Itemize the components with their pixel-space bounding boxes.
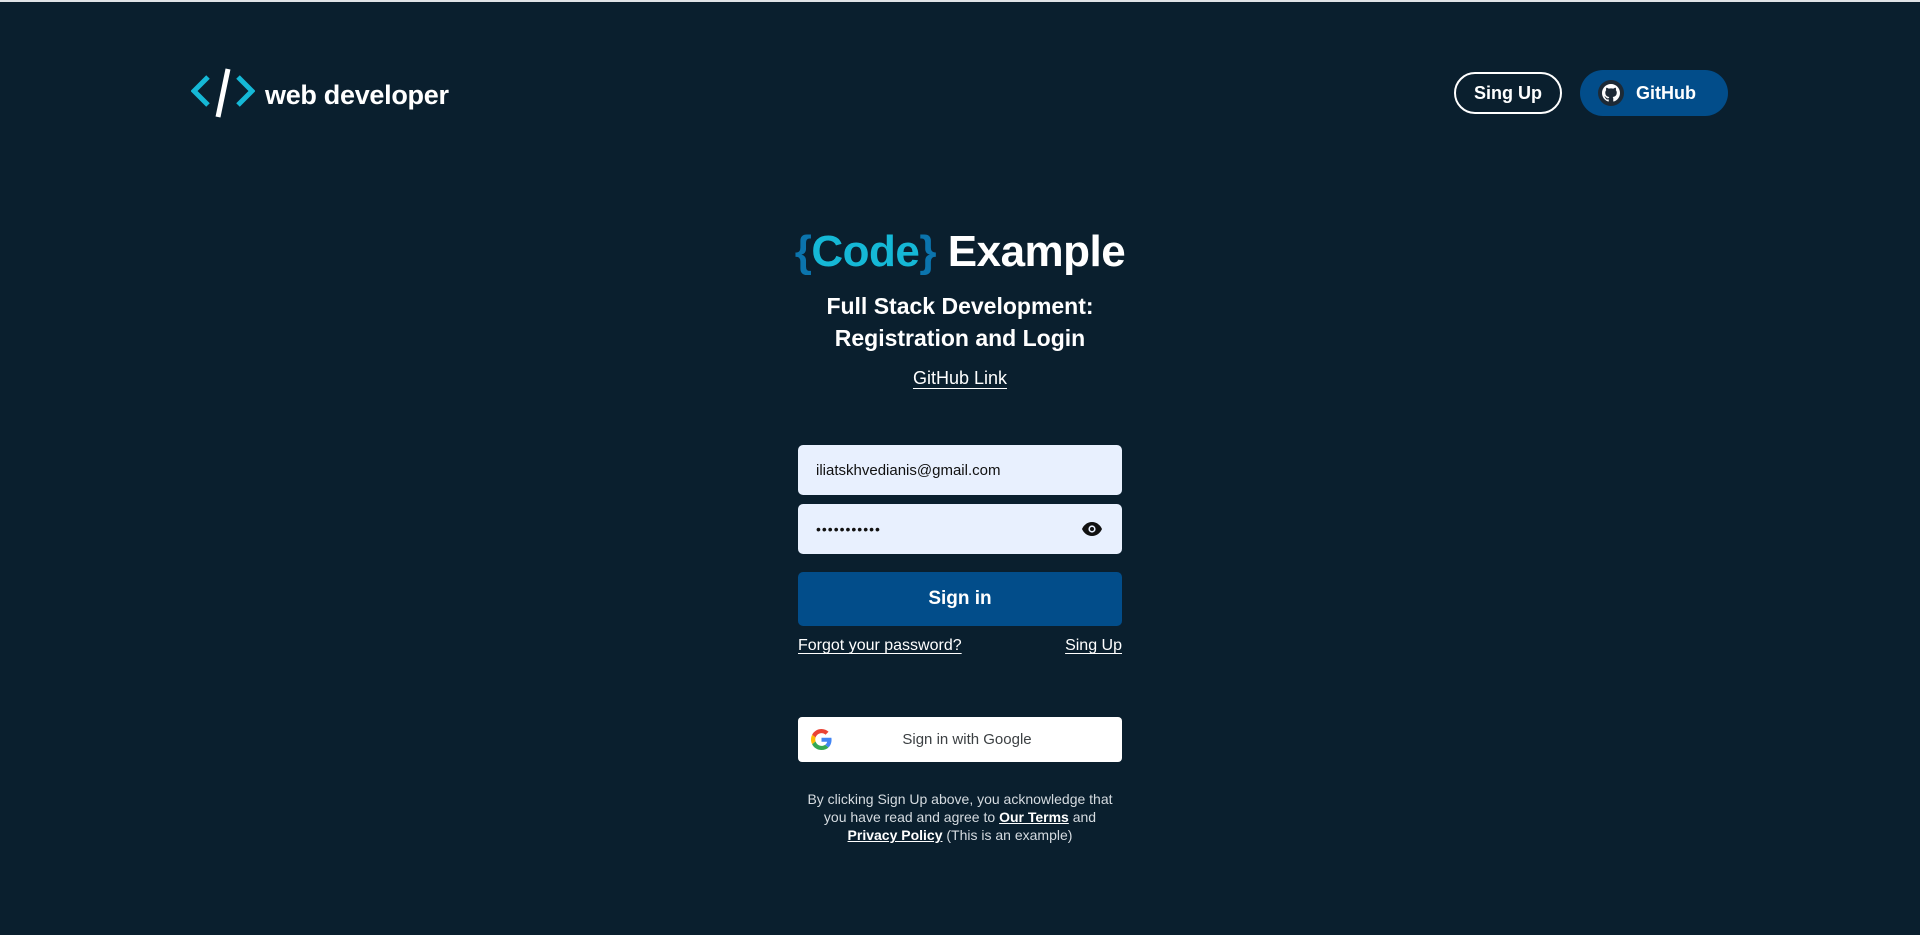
title-rest: Example	[947, 227, 1126, 276]
google-signin-label: Sign in with Google	[902, 731, 1032, 748]
github-link[interactable]: GitHub Link	[913, 368, 1007, 389]
code-brackets-icon	[190, 65, 256, 126]
signin-button[interactable]: Sign in	[798, 572, 1122, 626]
subtitle-line-1: Full Stack Development:	[826, 293, 1094, 319]
password-value: •••••••••••	[816, 521, 881, 537]
forgot-password-link[interactable]: Forgot your password?	[798, 637, 962, 655]
form-links: Forgot your password? Sing Up	[798, 637, 1122, 655]
legal-notice: By clicking Sign Up above, you acknowled…	[798, 790, 1122, 844]
login-form: iliatskhvedianis@gmail.com ••••••••••• S…	[798, 445, 1122, 844]
page-title: {Code} Example	[0, 224, 1920, 280]
legal-text-2: and	[1068, 809, 1097, 825]
page-subtitle: Full Stack Development: Registration and…	[0, 290, 1920, 354]
title-open-brace: {	[794, 227, 812, 276]
title-close-brace: }	[919, 227, 937, 276]
logo-text: web developer	[265, 80, 449, 110]
terms-link[interactable]: Our Terms	[999, 809, 1069, 825]
password-field[interactable]: •••••••••••	[798, 504, 1122, 554]
google-signin-button[interactable]: Sign in with Google	[798, 717, 1122, 762]
page: web developer Sing Up GitHub {Code} Exam…	[0, 0, 1920, 935]
email-value: iliatskhvedianis@gmail.com	[816, 461, 1001, 479]
logo[interactable]: web developer	[190, 65, 449, 126]
github-icon	[1598, 80, 1624, 106]
github-button[interactable]: GitHub	[1580, 70, 1728, 116]
title-code-word: Code	[811, 227, 920, 276]
header-actions: Sing Up GitHub	[1454, 70, 1728, 116]
google-icon	[811, 729, 832, 750]
signup-link[interactable]: Sing Up	[1065, 637, 1122, 655]
eye-icon[interactable]	[1082, 518, 1104, 540]
privacy-link[interactable]: Privacy Policy	[848, 827, 943, 843]
email-field[interactable]: iliatskhvedianis@gmail.com	[798, 445, 1122, 495]
legal-text-3: (This is an example)	[942, 827, 1073, 843]
github-button-label: GitHub	[1636, 82, 1696, 103]
subtitle-line-2: Registration and Login	[834, 325, 1086, 351]
hero: {Code} Example Full Stack Development: R…	[0, 224, 1920, 389]
header-signup-button[interactable]: Sing Up	[1454, 72, 1562, 114]
